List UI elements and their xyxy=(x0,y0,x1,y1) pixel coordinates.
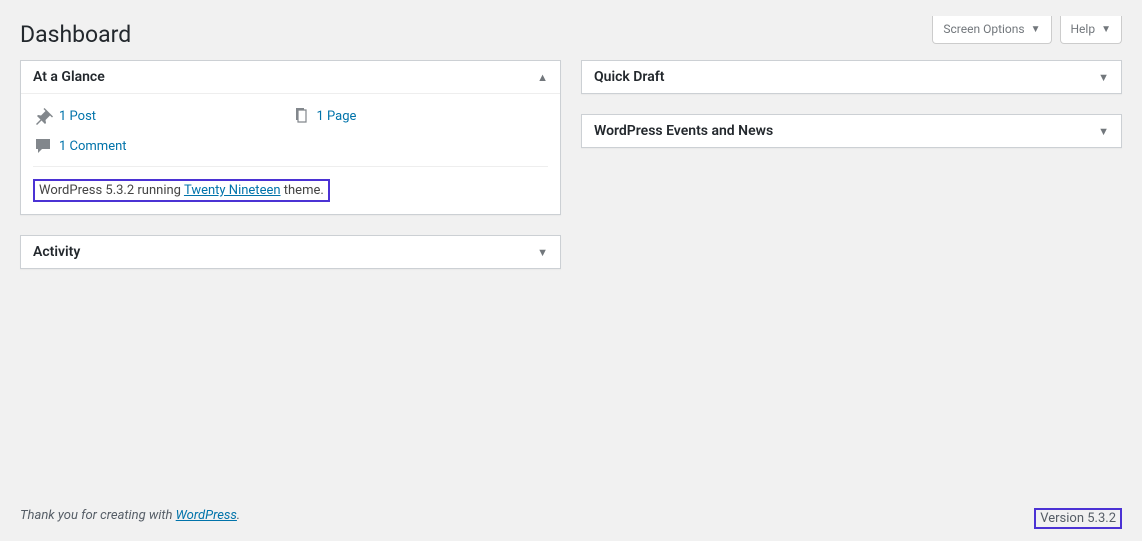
chevron-down-icon: ▼ xyxy=(1098,71,1109,84)
comment-icon xyxy=(33,136,53,156)
footer-thanks-prefix: Thank you for creating with xyxy=(20,508,176,523)
events-news-title: WordPress Events and News xyxy=(594,123,773,139)
help-label: Help xyxy=(1071,22,1096,36)
version-info: WordPress 5.3.2 running Twenty Nineteen … xyxy=(33,166,548,202)
footer-version: Version 5.3.2 xyxy=(1034,508,1122,529)
wordpress-link[interactable]: WordPress xyxy=(176,508,237,523)
posts-link[interactable]: 1 Post xyxy=(53,109,96,124)
footer-thanks-suffix: . xyxy=(237,508,240,523)
activity-header[interactable]: Activity ▼ xyxy=(21,236,560,268)
chevron-down-icon: ▼ xyxy=(1101,24,1111,35)
activity-title: Activity xyxy=(33,244,80,260)
pin-icon xyxy=(33,106,53,126)
glance-pages: 1 Page xyxy=(291,106,549,126)
version-suffix: theme. xyxy=(281,183,324,198)
at-a-glance-header[interactable]: At a Glance ▲ xyxy=(21,61,560,94)
page-icon xyxy=(291,106,311,126)
chevron-down-icon: ▼ xyxy=(537,246,548,259)
comments-link[interactable]: 1 Comment xyxy=(53,139,127,154)
events-news-header[interactable]: WordPress Events and News ▼ xyxy=(582,115,1121,147)
footer: Thank you for creating with WordPress. V… xyxy=(20,508,1122,529)
chevron-up-icon: ▲ xyxy=(537,71,548,84)
quick-draft-widget: Quick Draft ▼ xyxy=(581,60,1122,94)
at-a-glance-widget: At a Glance ▲ 1 Post 1 Page 1 Comment xyxy=(20,60,561,215)
version-prefix: WordPress 5.3.2 running xyxy=(39,183,184,198)
quick-draft-header[interactable]: Quick Draft ▼ xyxy=(582,61,1121,93)
at-a-glance-title: At a Glance xyxy=(33,69,105,85)
help-button[interactable]: Help ▼ xyxy=(1060,16,1123,44)
glance-comments: 1 Comment xyxy=(33,136,291,156)
quick-draft-title: Quick Draft xyxy=(594,69,664,85)
chevron-down-icon: ▼ xyxy=(1031,24,1041,35)
screen-options-button[interactable]: Screen Options ▼ xyxy=(932,16,1051,44)
pages-link[interactable]: 1 Page xyxy=(311,109,357,124)
theme-link[interactable]: Twenty Nineteen xyxy=(184,183,281,198)
events-news-widget: WordPress Events and News ▼ xyxy=(581,114,1122,148)
activity-widget: Activity ▼ xyxy=(20,235,561,269)
screen-options-label: Screen Options xyxy=(943,22,1024,36)
chevron-down-icon: ▼ xyxy=(1098,125,1109,138)
glance-posts: 1 Post xyxy=(33,106,291,126)
